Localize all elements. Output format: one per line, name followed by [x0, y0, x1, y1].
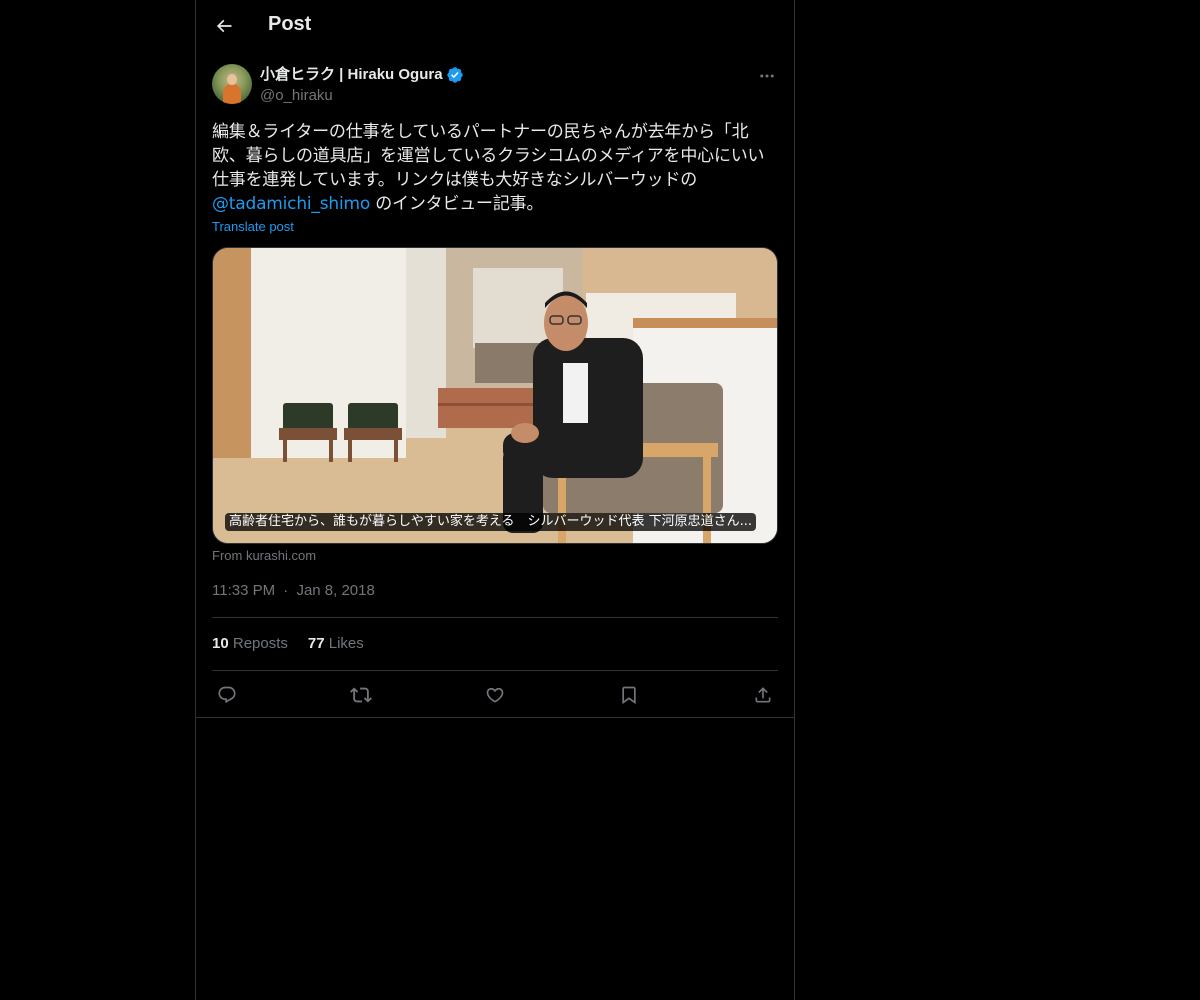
arrow-left-icon	[216, 19, 232, 33]
link-card-title[interactable]: 高齢者住宅から、誰もが暮らしやすい家を考える シルバーウッド代表 下河原忠道さん…	[225, 513, 757, 531]
more-options-button[interactable]	[756, 66, 778, 86]
bookmark-button[interactable]	[618, 684, 640, 706]
post-body-end: のインタビュー記事。	[370, 194, 544, 214]
like-button[interactable]	[484, 684, 506, 706]
engagement-stats: 10 Reposts 77 Likes	[212, 635, 364, 652]
avatar[interactable]	[212, 64, 252, 104]
share-icon	[755, 687, 771, 703]
likes-label: Likes	[328, 635, 364, 652]
mention-link[interactable]: @tadamichi_shimo	[212, 194, 370, 214]
divider	[212, 670, 778, 671]
author-block: 小倉ヒラク | Hiraku Ogura @o_hiraku	[260, 65, 464, 106]
post-bottom-border	[196, 717, 794, 718]
action-bar	[212, 674, 778, 716]
time-separator: ·	[283, 582, 289, 599]
link-card-image[interactable]: 高齢者住宅から、誰もが暮らしやすい家を考える シルバーウッド代表 下河原忠道さん…	[212, 247, 778, 544]
post-body: 編集＆ライターの仕事をしているパートナーの民ちゃんが去年から「北欧、暮らしの道具…	[212, 122, 765, 190]
author-name-row[interactable]: 小倉ヒラク | Hiraku Ogura	[260, 65, 464, 85]
translate-post-link[interactable]: Translate post	[212, 219, 294, 234]
top-bar: Post	[196, 0, 794, 53]
post-text: 編集＆ライターの仕事をしているパートナーの民ちゃんが去年から「北欧、暮らしの道具…	[212, 120, 778, 216]
reposts-label: Reposts	[232, 635, 288, 652]
verified-badge-icon[interactable]	[446, 66, 464, 84]
main-column: Post 小倉ヒラク | Hiraku Ogura @o_hiraku 編集＆ラ…	[195, 0, 795, 1000]
repost-button[interactable]	[350, 684, 372, 706]
timestamp[interactable]: 11:33 PM · Jan 8, 2018	[212, 582, 375, 599]
divider	[212, 617, 778, 618]
likes-count: 77	[307, 635, 325, 652]
post-time[interactable]: 11:33 PM	[212, 582, 275, 599]
author-name[interactable]: 小倉ヒラク | Hiraku Ogura	[260, 65, 443, 85]
likes-stat[interactable]: 77 Likes	[308, 635, 364, 652]
reply-button[interactable]	[216, 684, 238, 706]
post-date[interactable]: Jan 8, 2018	[296, 582, 374, 599]
more-icon	[760, 74, 774, 78]
reposts-stat[interactable]: 10 Reposts	[212, 635, 288, 652]
like-icon	[486, 687, 504, 703]
link-source[interactable]: From kurashi.com	[212, 548, 316, 563]
repost-icon	[350, 687, 372, 703]
bookmark-icon	[622, 686, 636, 705]
page-title: Post	[268, 13, 312, 35]
share-button[interactable]	[752, 684, 774, 706]
back-button[interactable]	[212, 14, 236, 38]
author-handle[interactable]: @o_hiraku	[260, 86, 464, 106]
reply-icon	[218, 686, 236, 704]
reposts-count: 10	[212, 635, 229, 652]
